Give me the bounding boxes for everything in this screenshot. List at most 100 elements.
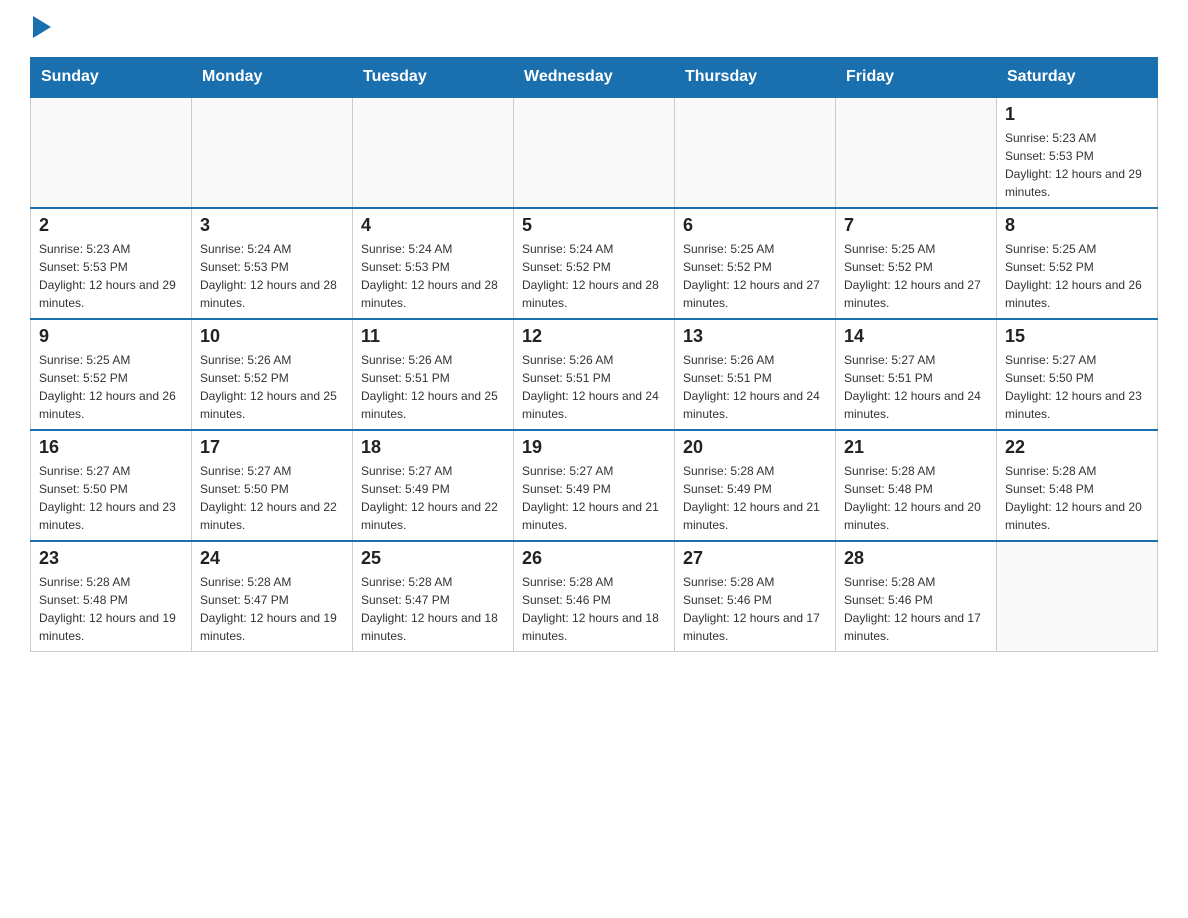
- day-number: 21: [844, 437, 988, 458]
- col-saturday: Saturday: [997, 58, 1158, 98]
- calendar-day-cell: 28 Sunrise: 5:28 AMSunset: 5:46 PMDayligh…: [836, 541, 997, 652]
- page-header: [30, 20, 1158, 47]
- calendar-day-cell: 13 Sunrise: 5:26 AMSunset: 5:51 PMDayligh…: [675, 319, 836, 430]
- day-info: Sunrise: 5:28 AMSunset: 5:46 PMDaylight:…: [683, 573, 827, 645]
- calendar-day-cell: [31, 97, 192, 208]
- calendar-week-row: 1Sunrise: 5:23 AMSunset: 5:53 PMDaylight…: [31, 97, 1158, 208]
- day-number: 6: [683, 215, 827, 236]
- day-info: Sunrise: 5:27 AMSunset: 5:51 PMDaylight:…: [844, 351, 988, 423]
- calendar-week-row: 2 Sunrise: 5:23 AMSunset: 5:53 PMDaylight…: [31, 208, 1158, 319]
- day-info: Sunrise: 5:27 AMSunset: 5:50 PMDaylight:…: [39, 462, 183, 534]
- day-info: Sunrise: 5:28 AMSunset: 5:48 PMDaylight:…: [39, 573, 183, 645]
- calendar-day-cell: [192, 97, 353, 208]
- calendar-day-cell: 18 Sunrise: 5:27 AMSunset: 5:49 PMDayligh…: [353, 430, 514, 541]
- day-number: 2: [39, 215, 183, 236]
- day-number: 17: [200, 437, 344, 458]
- day-number: 24: [200, 548, 344, 569]
- day-info: Sunrise: 5:28 AMSunset: 5:46 PMDaylight:…: [844, 573, 988, 645]
- day-number: 4: [361, 215, 505, 236]
- day-number: 18: [361, 437, 505, 458]
- calendar-day-cell: 20 Sunrise: 5:28 AMSunset: 5:49 PMDayligh…: [675, 430, 836, 541]
- calendar-day-cell: 22 Sunrise: 5:28 AMSunset: 5:48 PMDayligh…: [997, 430, 1158, 541]
- day-info: Sunrise: 5:27 AMSunset: 5:49 PMDaylight:…: [361, 462, 505, 534]
- day-number: 10: [200, 326, 344, 347]
- calendar-day-cell: [514, 97, 675, 208]
- logo-arrow-icon: [33, 16, 51, 43]
- day-number: 27: [683, 548, 827, 569]
- day-info: Sunrise: 5:25 AMSunset: 5:52 PMDaylight:…: [844, 240, 988, 312]
- calendar-day-cell: 25 Sunrise: 5:28 AMSunset: 5:47 PMDayligh…: [353, 541, 514, 652]
- col-friday: Friday: [836, 58, 997, 98]
- calendar-day-cell: 27 Sunrise: 5:28 AMSunset: 5:46 PMDayligh…: [675, 541, 836, 652]
- day-number: 22: [1005, 437, 1149, 458]
- calendar-day-cell: 26 Sunrise: 5:28 AMSunset: 5:46 PMDayligh…: [514, 541, 675, 652]
- calendar-day-cell: 5 Sunrise: 5:24 AMSunset: 5:52 PMDaylight…: [514, 208, 675, 319]
- calendar-day-cell: 12 Sunrise: 5:26 AMSunset: 5:51 PMDayligh…: [514, 319, 675, 430]
- day-info: Sunrise: 5:28 AMSunset: 5:49 PMDaylight:…: [683, 462, 827, 534]
- day-info: Sunrise: 5:26 AMSunset: 5:52 PMDaylight:…: [200, 351, 344, 423]
- day-number: 12: [522, 326, 666, 347]
- calendar-day-cell: 24 Sunrise: 5:28 AMSunset: 5:47 PMDayligh…: [192, 541, 353, 652]
- day-number: 20: [683, 437, 827, 458]
- calendar-day-cell: 3Sunrise: 5:24 AMSunset: 5:53 PMDaylight…: [192, 208, 353, 319]
- day-number: 7: [844, 215, 988, 236]
- calendar-day-cell: [997, 541, 1158, 652]
- calendar-day-cell: 6Sunrise: 5:25 AMSunset: 5:52 PMDaylight…: [675, 208, 836, 319]
- day-number: 16: [39, 437, 183, 458]
- calendar-day-cell: 16 Sunrise: 5:27 AMSunset: 5:50 PMDayligh…: [31, 430, 192, 541]
- col-thursday: Thursday: [675, 58, 836, 98]
- day-number: 25: [361, 548, 505, 569]
- col-wednesday: Wednesday: [514, 58, 675, 98]
- day-number: 23: [39, 548, 183, 569]
- calendar-day-cell: 11 Sunrise: 5:26 AMSunset: 5:51 PMDayligh…: [353, 319, 514, 430]
- day-number: 26: [522, 548, 666, 569]
- col-sunday: Sunday: [31, 58, 192, 98]
- calendar-day-cell: 17 Sunrise: 5:27 AMSunset: 5:50 PMDayligh…: [192, 430, 353, 541]
- day-info: Sunrise: 5:28 AMSunset: 5:47 PMDaylight:…: [200, 573, 344, 645]
- calendar-week-row: 16 Sunrise: 5:27 AMSunset: 5:50 PMDayligh…: [31, 430, 1158, 541]
- day-number: 3: [200, 215, 344, 236]
- day-info: Sunrise: 5:24 AMSunset: 5:52 PMDaylight:…: [522, 240, 666, 312]
- day-number: 8: [1005, 215, 1149, 236]
- calendar-day-cell: 10 Sunrise: 5:26 AMSunset: 5:52 PMDayligh…: [192, 319, 353, 430]
- calendar-day-cell: 8Sunrise: 5:25 AMSunset: 5:52 PMDaylight…: [997, 208, 1158, 319]
- col-monday: Monday: [192, 58, 353, 98]
- day-number: 5: [522, 215, 666, 236]
- calendar-day-cell: 4 Sunrise: 5:24 AMSunset: 5:53 PMDaylight…: [353, 208, 514, 319]
- day-info: Sunrise: 5:26 AMSunset: 5:51 PMDaylight:…: [683, 351, 827, 423]
- day-number: 13: [683, 326, 827, 347]
- day-number: 11: [361, 326, 505, 347]
- calendar-day-cell: 7 Sunrise: 5:25 AMSunset: 5:52 PMDaylight…: [836, 208, 997, 319]
- col-tuesday: Tuesday: [353, 58, 514, 98]
- calendar-day-cell: [836, 97, 997, 208]
- day-number: 9: [39, 326, 183, 347]
- day-info: Sunrise: 5:26 AMSunset: 5:51 PMDaylight:…: [522, 351, 666, 423]
- day-info: Sunrise: 5:23 AMSunset: 5:53 PMDaylight:…: [39, 240, 183, 312]
- day-info: Sunrise: 5:25 AMSunset: 5:52 PMDaylight:…: [39, 351, 183, 423]
- day-number: 19: [522, 437, 666, 458]
- day-info: Sunrise: 5:27 AMSunset: 5:49 PMDaylight:…: [522, 462, 666, 534]
- calendar-day-cell: 19 Sunrise: 5:27 AMSunset: 5:49 PMDayligh…: [514, 430, 675, 541]
- calendar-table: Sunday Monday Tuesday Wednesday Thursday…: [30, 57, 1158, 652]
- day-info: Sunrise: 5:27 AMSunset: 5:50 PMDaylight:…: [1005, 351, 1149, 423]
- calendar-day-cell: 21 Sunrise: 5:28 AMSunset: 5:48 PMDayligh…: [836, 430, 997, 541]
- day-info: Sunrise: 5:26 AMSunset: 5:51 PMDaylight:…: [361, 351, 505, 423]
- day-number: 15: [1005, 326, 1149, 347]
- day-info: Sunrise: 5:28 AMSunset: 5:47 PMDaylight:…: [361, 573, 505, 645]
- calendar-day-cell: 2 Sunrise: 5:23 AMSunset: 5:53 PMDaylight…: [31, 208, 192, 319]
- calendar-day-cell: 23 Sunrise: 5:28 AMSunset: 5:48 PMDayligh…: [31, 541, 192, 652]
- calendar-day-cell: 9 Sunrise: 5:25 AMSunset: 5:52 PMDaylight…: [31, 319, 192, 430]
- day-info: Sunrise: 5:24 AMSunset: 5:53 PMDaylight:…: [361, 240, 505, 312]
- day-info: Sunrise: 5:27 AMSunset: 5:50 PMDaylight:…: [200, 462, 344, 534]
- day-info: Sunrise: 5:28 AMSunset: 5:46 PMDaylight:…: [522, 573, 666, 645]
- day-number: 28: [844, 548, 988, 569]
- logo: [30, 20, 51, 47]
- calendar-day-cell: 15 Sunrise: 5:27 AMSunset: 5:50 PMDayligh…: [997, 319, 1158, 430]
- day-info: Sunrise: 5:23 AMSunset: 5:53 PMDaylight:…: [1005, 129, 1149, 201]
- calendar-day-cell: 1Sunrise: 5:23 AMSunset: 5:53 PMDaylight…: [997, 97, 1158, 208]
- day-info: Sunrise: 5:28 AMSunset: 5:48 PMDaylight:…: [844, 462, 988, 534]
- day-info: Sunrise: 5:28 AMSunset: 5:48 PMDaylight:…: [1005, 462, 1149, 534]
- calendar-header-row: Sunday Monday Tuesday Wednesday Thursday…: [31, 58, 1158, 98]
- day-number: 14: [844, 326, 988, 347]
- calendar-day-cell: 14 Sunrise: 5:27 AMSunset: 5:51 PMDayligh…: [836, 319, 997, 430]
